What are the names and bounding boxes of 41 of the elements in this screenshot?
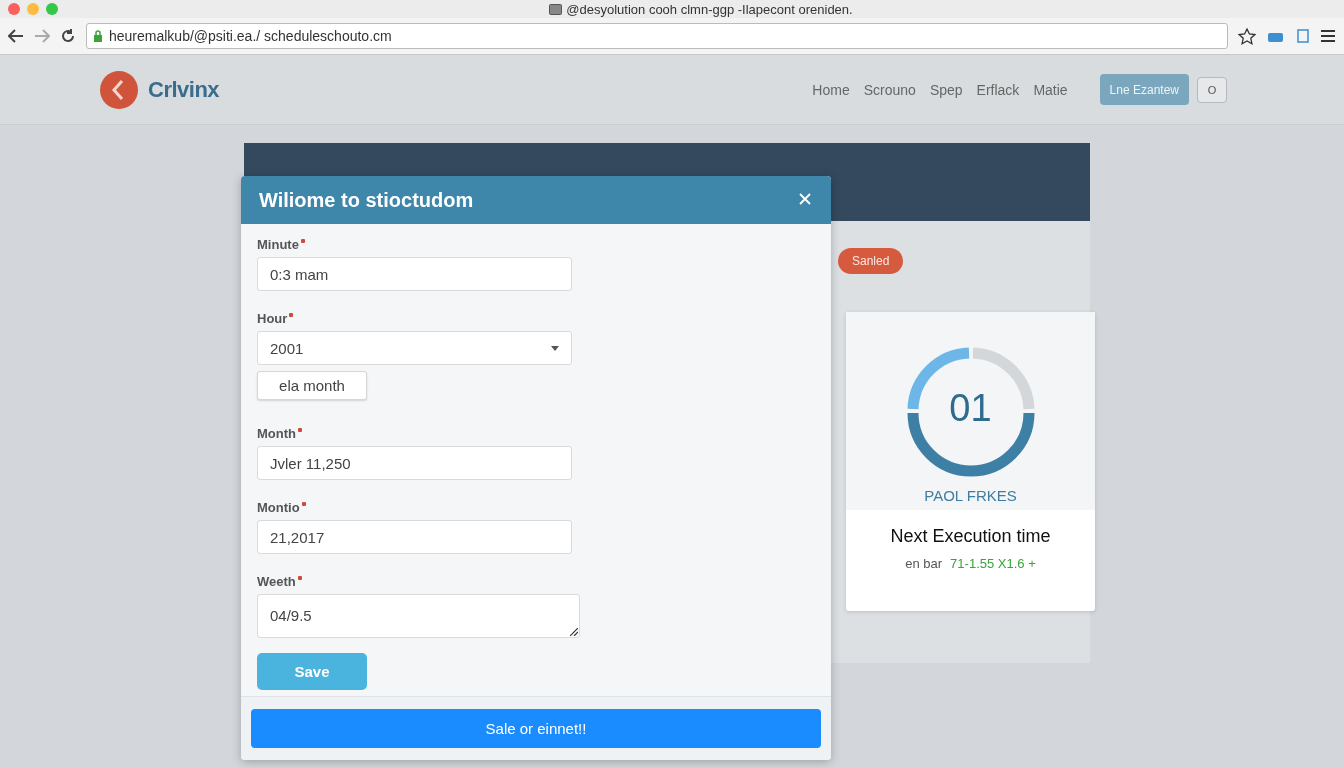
window-title: @desyolution cooh clmn-ggp -Ilapecont oreniden. [566, 1, 853, 17]
reload-icon[interactable] [60, 28, 76, 44]
logo-text: Crlvinx [148, 76, 220, 103]
text-area[interactable]: 04/9.5 [257, 594, 580, 638]
field-label: Weeth [257, 574, 296, 589]
gauge-value: 01 [948, 387, 993, 430]
forward-icon[interactable] [34, 29, 50, 43]
star-icon[interactable] [1238, 27, 1256, 45]
extension-icon[interactable] [1296, 28, 1310, 44]
input-field[interactable]: 21,2017 [257, 520, 572, 554]
nav-link[interactable]: Matie [1033, 81, 1068, 98]
back-icon[interactable] [8, 29, 24, 43]
field-label: Hour [257, 311, 288, 326]
lock-icon [93, 29, 103, 43]
field-label: Month [257, 426, 296, 441]
card-title: Next Execution time [889, 526, 1052, 547]
footer-button[interactable]: Sale or einnet!! [251, 709, 821, 748]
dropdown-icon [551, 345, 559, 351]
nav-link[interactable]: Spep [929, 81, 963, 98]
close-window-icon[interactable] [8, 3, 20, 15]
address-bar[interactable]: heuremalkub/@psiti.ea./ scheduleschouto.cm [86, 23, 1228, 49]
input-field[interactable]: 0:3 mam [257, 257, 572, 291]
logo-icon [98, 68, 140, 111]
detail-value: 71-1.55 X1.6 + [950, 556, 1036, 571]
resize-icon [570, 628, 578, 636]
field-label: Montio [257, 500, 300, 515]
select-field[interactable]: 2001 [257, 331, 572, 365]
status-badge: Sanled [838, 248, 904, 274]
menu-icon[interactable] [1320, 29, 1336, 43]
nav-link[interactable]: Erflack [976, 81, 1020, 98]
gauge-caption: PAOL FRKES [924, 487, 1017, 504]
maximize-window-icon[interactable] [46, 3, 58, 15]
input-field[interactable]: Jvler 11,250 [257, 446, 572, 480]
modal-title: Wiliome to stioctudom [259, 188, 474, 212]
nav-link[interactable]: Scrouno [863, 81, 916, 98]
month-button[interactable]: ela month [257, 371, 367, 400]
document-icon [549, 3, 563, 15]
detail-label: en bar [905, 556, 943, 571]
small-button[interactable]: O [1197, 76, 1227, 103]
field-label: Minute [257, 237, 299, 252]
nav-link[interactable]: Home [812, 81, 850, 98]
